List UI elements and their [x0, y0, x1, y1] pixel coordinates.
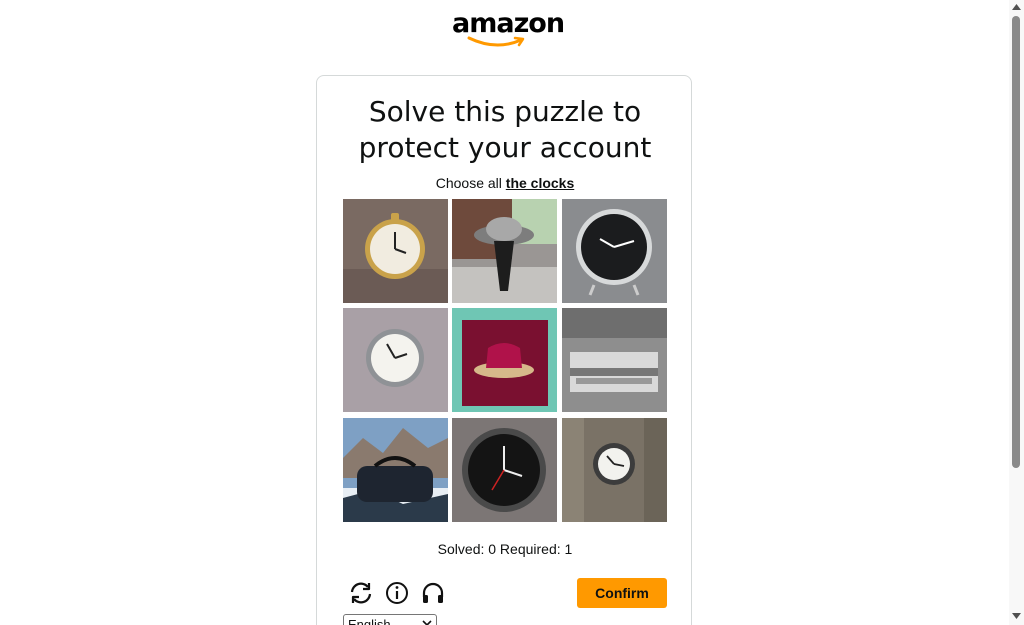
language-select[interactable]: English — [343, 614, 437, 625]
instruction: Choose all the clocks — [316, 174, 694, 192]
wall-clock-image — [343, 308, 448, 412]
black-clock-image — [562, 199, 667, 303]
title-line-2: protect your account — [358, 131, 652, 164]
confirm-button[interactable]: Confirm — [577, 578, 667, 608]
amazon-logo: amazon — [452, 8, 565, 48]
chevron-down-icon — [422, 620, 432, 625]
gray-box-image — [562, 308, 667, 412]
tile-6[interactable] — [562, 308, 667, 412]
red-hat-image — [452, 308, 557, 412]
headphones-icon[interactable] — [420, 580, 446, 606]
dark-clock-image — [452, 418, 557, 522]
scroll-thumb[interactable] — [1012, 16, 1020, 468]
post-clock-image — [562, 418, 667, 522]
instruction-target: the clocks — [505, 175, 575, 191]
pocket-watch-image — [343, 199, 448, 303]
scrollbar[interactable] — [1009, 0, 1024, 625]
info-icon[interactable] — [384, 580, 410, 606]
tile-7[interactable] — [343, 418, 448, 522]
tile-2[interactable] — [452, 199, 557, 303]
tile-8[interactable] — [452, 418, 557, 522]
tile-3[interactable] — [562, 199, 667, 303]
tile-9[interactable] — [562, 418, 667, 522]
scroll-up-icon[interactable] — [1012, 4, 1021, 10]
language-value: English — [348, 617, 391, 625]
duffel-bag-image — [343, 418, 448, 522]
title-line-1: Solve this puzzle to — [368, 95, 642, 128]
captcha-page: amazon Solve this puzzle to protect your… — [0, 0, 1024, 625]
smile-arrow-icon — [467, 36, 525, 47]
image-grid — [343, 199, 668, 524]
tile-4[interactable] — [343, 308, 448, 412]
tile-5[interactable] — [452, 308, 557, 412]
instruction-prefix: Choose all — [435, 175, 502, 191]
solve-status: Solved: 0 Required: 1 — [437, 541, 573, 557]
refresh-icon[interactable] — [348, 580, 374, 606]
puzzle-title: Solve this puzzle to protect your accoun… — [0, 94, 1010, 166]
lamp-image — [452, 199, 557, 303]
scroll-down-icon[interactable] — [1012, 613, 1021, 619]
tile-1[interactable] — [343, 199, 448, 303]
